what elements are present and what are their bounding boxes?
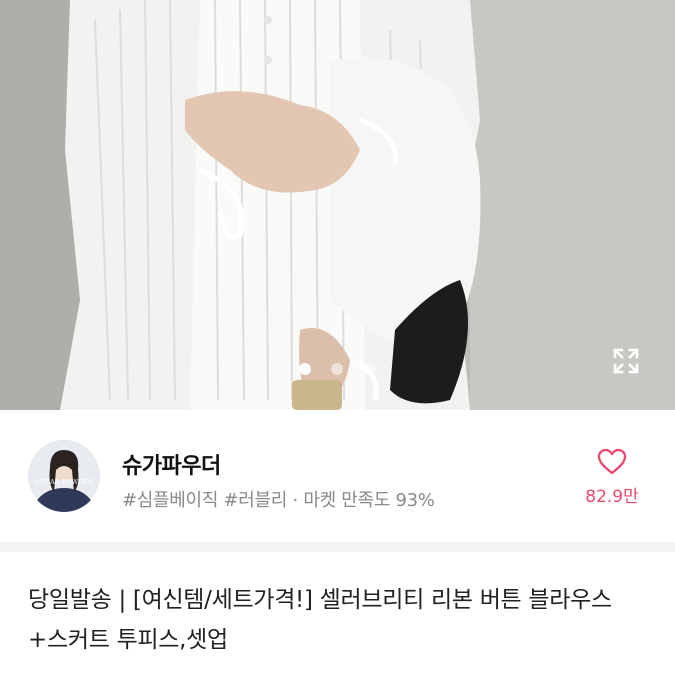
heart-outline-icon[interactable] bbox=[597, 448, 627, 476]
expand-icon bbox=[613, 348, 639, 374]
pagination-dot[interactable] bbox=[330, 363, 343, 375]
product-photo bbox=[0, 0, 675, 410]
product-title: 당일발송 | [여신템/세트가격!] 셀러브리티 리본 버튼 블라우스+스커트 … bbox=[28, 587, 612, 653]
like-box: 82.9만 bbox=[577, 448, 647, 507]
pagination-dot[interactable] bbox=[362, 363, 375, 375]
product-detail-page: SUGAR POWDER 슈가파우더 #심플베이직 #러블리 · 마켓 만족도 … bbox=[0, 0, 675, 675]
shop-name[interactable]: 슈가파우더 bbox=[122, 448, 221, 480]
shop-info: SUGAR POWDER 슈가파우더 #심플베이직 #러블리 · 마켓 만족도 … bbox=[0, 410, 675, 542]
pagination-dot-active[interactable] bbox=[298, 363, 311, 375]
avatar-logo-text: SUGAR POWDER bbox=[35, 478, 94, 486]
like-count: 82.9만 bbox=[585, 487, 639, 507]
shop-avatar[interactable]: SUGAR POWDER bbox=[28, 440, 100, 512]
gallery-pagination bbox=[0, 363, 674, 375]
product-image-gallery[interactable] bbox=[0, 0, 675, 410]
shop-avatar-image: SUGAR POWDER bbox=[28, 440, 100, 512]
expand-button[interactable] bbox=[608, 343, 644, 379]
section-divider bbox=[0, 542, 675, 552]
shop-tags: #심플베이직 #러블리 · 마켓 만족도 93% bbox=[122, 490, 435, 511]
